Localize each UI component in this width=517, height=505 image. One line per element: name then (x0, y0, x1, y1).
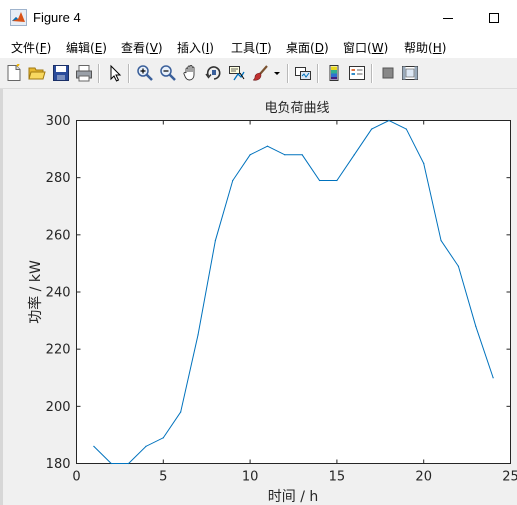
toolbar-separator (371, 64, 373, 83)
maximize-icon (489, 13, 499, 23)
plot-area (76, 120, 511, 464)
y-tick-label: 180 (46, 457, 71, 472)
data-point (145, 445, 147, 447)
data-point (318, 179, 321, 182)
show-plot-tools-icon[interactable] (401, 64, 419, 82)
menu-view[interactable]: 查看(V) (121, 39, 163, 56)
window-title: Figure 4 (33, 10, 81, 25)
brush-dropdown-icon[interactable] (272, 64, 282, 82)
data-point (457, 265, 460, 267)
y-tick-label: 240 (46, 286, 71, 301)
data-point (214, 239, 216, 242)
open-file-icon[interactable] (28, 64, 46, 82)
data-point (301, 154, 303, 156)
data-point (284, 154, 286, 156)
data-point (388, 119, 390, 122)
x-tick-label: 10 (242, 470, 259, 485)
y-tick-label: 260 (46, 228, 71, 243)
menu-file[interactable]: 文件(F) (11, 39, 51, 56)
x-tick-label: 5 (159, 470, 167, 485)
data-point (93, 445, 95, 447)
y-tick-label: 300 (46, 114, 71, 129)
pan-icon[interactable] (182, 64, 200, 82)
data-point (353, 154, 355, 156)
x-tick-label: 15 (329, 470, 346, 485)
print-icon[interactable] (75, 64, 93, 82)
y-tick-label: 280 (46, 171, 71, 186)
y-tick-label: 220 (46, 343, 71, 358)
data-point (162, 437, 164, 439)
insert-legend-icon[interactable] (348, 64, 366, 82)
data-point (371, 128, 373, 130)
matlab-logo-icon (10, 9, 27, 26)
menu-desktop[interactable]: 桌面(D) (286, 39, 329, 56)
data-cursor-icon[interactable] (228, 64, 246, 82)
toolbar-separator (317, 64, 319, 83)
zoom-out-icon[interactable] (159, 64, 177, 82)
toolbar-separator (128, 64, 130, 83)
data-point (180, 411, 182, 413)
figure-toolbar (0, 58, 517, 89)
save-icon[interactable] (52, 64, 70, 82)
data-point (110, 462, 112, 465)
title-bar: Figure 4 (0, 0, 517, 36)
x-axis-label: 时间 / h (268, 489, 319, 505)
data-point (492, 377, 494, 379)
x-tick-label: 25 (502, 470, 517, 485)
data-point (440, 239, 442, 242)
minimize-button[interactable] (425, 0, 471, 36)
hide-plot-tools-icon[interactable] (379, 64, 397, 82)
line-chart[interactable]: 电负荷曲线 0 5 10 15 20 25 180 200 220 240 260 280 300 时间… (0, 89, 517, 505)
brush-icon[interactable] (252, 64, 270, 82)
y-axis-label: 功率 / kW (27, 260, 44, 324)
menu-edit[interactable]: 编辑(E) (66, 39, 107, 56)
data-point (232, 179, 234, 182)
chart-title: 电负荷曲线 (264, 101, 329, 116)
data-point (127, 462, 130, 465)
menu-help[interactable]: 帮助(H) (404, 39, 446, 56)
data-point (405, 128, 407, 130)
menu-tools[interactable]: 工具(T) (231, 39, 272, 56)
maximize-button[interactable] (471, 0, 517, 36)
toolbar-separator (98, 64, 100, 83)
link-plot-icon[interactable] (294, 64, 312, 82)
data-point (249, 154, 251, 156)
data-point (475, 325, 477, 327)
toolbar-separator (287, 64, 289, 83)
zoom-in-icon[interactable] (136, 64, 154, 82)
data-point (197, 334, 199, 336)
insert-colorbar-icon[interactable] (325, 64, 343, 82)
y-tick-label: 200 (46, 400, 71, 415)
x-tick-label: 0 (72, 470, 80, 485)
new-figure-icon[interactable] (5, 64, 23, 82)
data-point (266, 145, 269, 147)
rotate-3d-icon[interactable] (205, 64, 223, 82)
data-point (336, 179, 338, 182)
data-point (423, 162, 425, 164)
minimize-icon (443, 18, 453, 19)
x-tick-label: 20 (415, 470, 432, 485)
menu-bar: 文件(F) 编辑(E) 查看(V) 插入(I) 工具(T) 桌面(D) 窗口(W… (0, 36, 517, 58)
menu-insert[interactable]: 插入(I) (177, 39, 214, 56)
menu-window[interactable]: 窗口(W) (343, 39, 388, 56)
edit-plot-icon[interactable] (106, 64, 124, 82)
